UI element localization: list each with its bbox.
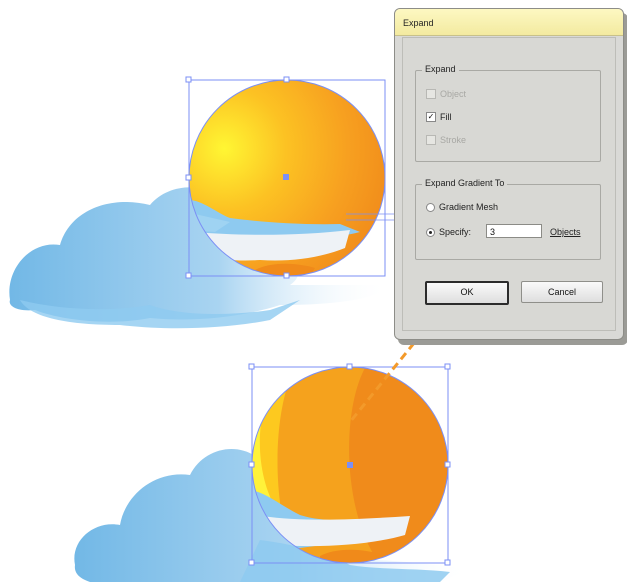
dialog-titlebar[interactable]: Expand [395, 9, 623, 36]
specify-radio-row[interactable]: Specify: [426, 227, 471, 237]
gradient-mesh-label: Gradient Mesh [439, 202, 499, 212]
fill-checkbox[interactable]: ✓ [426, 112, 436, 122]
object-checkbox-row: Object [426, 89, 466, 99]
ok-button[interactable]: OK [425, 281, 509, 305]
fill-checkbox-label: Fill [440, 112, 452, 122]
gradient-mesh-radio-row[interactable]: Gradient Mesh [426, 202, 498, 212]
dialog-title: Expand [403, 18, 434, 28]
expand-gradient-legend: Expand Gradient To [422, 178, 508, 188]
expand-group-legend: Expand [422, 64, 459, 74]
expand-dialog: Expand Expand Object ✓ Fill Stroke Expan… [394, 8, 624, 340]
objects-label: Objects [550, 227, 581, 237]
specify-radio[interactable] [426, 227, 435, 237]
stroke-checkbox-row: Stroke [426, 135, 466, 145]
specify-label: Specify: [439, 227, 472, 237]
gradient-mesh-radio[interactable] [426, 202, 435, 212]
stroke-checkbox [426, 135, 436, 145]
object-checkbox [426, 89, 436, 99]
object-checkbox-label: Object [440, 89, 467, 99]
stroke-checkbox-label: Stroke [440, 135, 467, 145]
dialog-body: Expand Object ✓ Fill Stroke Expand Gradi… [402, 37, 616, 331]
specify-objects-input[interactable]: 3 [486, 224, 542, 238]
fill-checkbox-row[interactable]: ✓ Fill [426, 112, 452, 122]
expand-gradient-group: Expand Gradient To Gradient Mesh Specify… [415, 178, 601, 260]
cancel-button[interactable]: Cancel [521, 281, 603, 303]
expand-group: Expand Object ✓ Fill Stroke [415, 64, 601, 162]
